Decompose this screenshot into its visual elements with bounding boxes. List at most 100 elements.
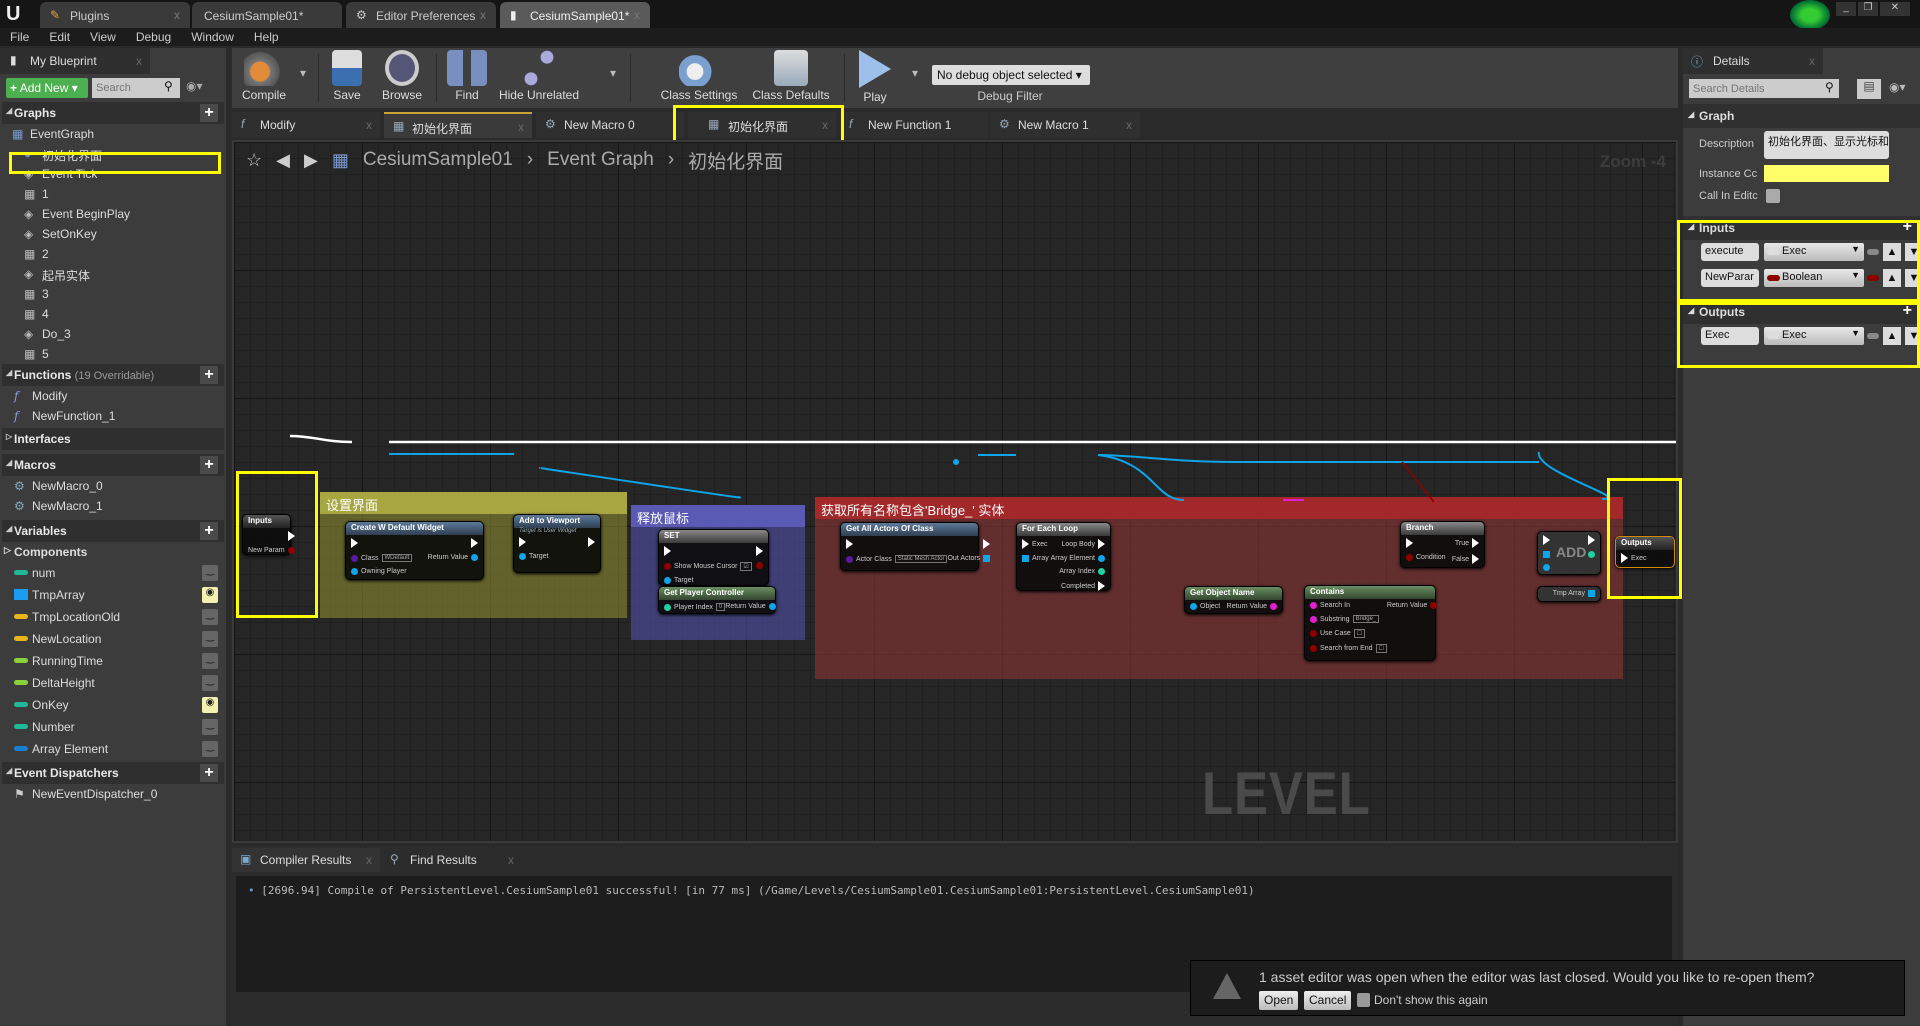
pin-exec[interactable]: Completed [1051, 581, 1105, 591]
pin-exec[interactable] [585, 537, 595, 547]
node-branch[interactable]: Branch Condition True False [1400, 521, 1485, 568]
tab-new-macro-0[interactable]: ⚙ New Macro 0 [536, 112, 684, 138]
int-pin-icon[interactable] [1588, 551, 1595, 558]
menu-help[interactable]: Help [244, 28, 289, 46]
menu-debug[interactable]: Debug [126, 28, 181, 46]
dispatcher-item[interactable]: ⚑ NewEventDispatcher_0 [0, 784, 226, 804]
pin-bool[interactable]: Show Mouse Cursor ☑ [664, 562, 752, 571]
string-pin-icon[interactable] [1270, 603, 1277, 610]
description-textbox[interactable]: 初始化界面、显示光标和 [1764, 131, 1889, 159]
close-icon[interactable]: x [1126, 118, 1132, 132]
eye-open-icon[interactable]: ◉ [202, 697, 218, 713]
debug-object-dropdown[interactable]: No debug object selected ▾ [932, 65, 1090, 85]
eye-closed-icon[interactable]: ‿ [202, 653, 218, 669]
exec-pin-icon[interactable] [664, 546, 671, 556]
function-item-newfunction1[interactable]: f NewFunction_1 [0, 406, 226, 426]
pin-class[interactable]: Actor Class Static Mesh Actor [846, 555, 948, 563]
tab-init-ui-active[interactable]: ▦ 初始化界面 x [384, 112, 532, 138]
eye-closed-icon[interactable]: ‿ [202, 719, 218, 735]
pin-exec[interactable] [519, 537, 548, 547]
open-button[interactable]: Open [1259, 991, 1299, 1010]
eye-closed-icon[interactable]: ‿ [202, 631, 218, 647]
pin-bool[interactable]: Condition [1406, 554, 1446, 561]
tab-compiler-results[interactable]: ▣ Compiler Results x [232, 848, 380, 872]
bool-pin-icon[interactable] [1310, 630, 1317, 637]
function-item-modify[interactable]: f Modify [0, 386, 226, 406]
exec-pin-icon[interactable] [351, 538, 358, 548]
pin-array[interactable] [1543, 551, 1553, 558]
eye-open-icon[interactable]: ◉ [202, 587, 218, 603]
pin-int[interactable]: Array Index [1051, 568, 1105, 575]
pin-object[interactable]: Target [664, 577, 752, 584]
pin-default-value[interactable]: ☐ [1375, 644, 1387, 653]
pin-exec[interactable]: Exec [1022, 539, 1049, 549]
pin-default-value[interactable]: Static Mesh Actor [894, 555, 948, 563]
exec-pin-icon[interactable] [519, 537, 526, 547]
pin-class[interactable]: Class WDefault [351, 554, 413, 562]
visibility-eye-icon[interactable]: ◉▾ [186, 79, 203, 93]
close-icon[interactable]: x [136, 54, 142, 68]
pin-exec[interactable] [947, 539, 991, 549]
window-tab-cesium-active[interactable]: ▮ CesiumSample01* x [500, 2, 650, 28]
node-for-each-loop[interactable]: For Each Loop Exec Array Loop Body Array Ele… [1016, 522, 1111, 591]
save-button[interactable]: Save [322, 50, 372, 102]
minimize-button[interactable]: _ [1836, 2, 1856, 16]
variable-item[interactable]: Number ‿ [0, 716, 226, 738]
pin-exec[interactable] [1585, 535, 1595, 545]
object-pin-icon[interactable] [351, 568, 358, 575]
graph-item[interactable]: ▦ 5 [0, 344, 226, 364]
source-control-icon[interactable] [1790, 0, 1830, 30]
eye-closed-icon[interactable]: ‿ [202, 609, 218, 625]
node-contains[interactable]: Contains Search In Substring Bridge_ Use Cas… [1304, 585, 1438, 661]
pin-default-value[interactable]: Bridge_ [1352, 615, 1380, 623]
macro-item-0[interactable]: ⚙ NewMacro_0 [0, 476, 226, 496]
node-create-widget[interactable]: Create W Default Widget Class WDefault Owni… [345, 521, 484, 580]
search-details-input[interactable] [1689, 79, 1839, 98]
tab-modify[interactable]: f Modify x [232, 112, 380, 138]
variable-item[interactable]: TmpArray ◉ [0, 584, 226, 606]
class-settings-button[interactable]: Class Settings [652, 50, 746, 102]
macro-item-1[interactable]: ⚙ NewMacro_1 [0, 496, 226, 516]
exec-pin-icon[interactable] [1022, 539, 1029, 549]
node-get-object-name[interactable]: Get Object Name Object Return Value [1184, 586, 1283, 614]
browse-button[interactable]: Browse [374, 50, 430, 102]
pin-array[interactable]: Array [1022, 555, 1049, 562]
menu-edit[interactable]: Edit [39, 28, 80, 46]
pin-exec[interactable]: False [1452, 554, 1479, 564]
pin-exec[interactable] [351, 538, 412, 548]
pin-object[interactable]: Owning Player [351, 568, 412, 575]
exec-pin-icon[interactable] [1472, 554, 1479, 564]
menu-window[interactable]: Window [181, 28, 244, 46]
pin-object[interactable]: Object [1190, 603, 1220, 610]
array-pin-icon[interactable] [1022, 555, 1029, 562]
exec-pin-icon[interactable] [588, 537, 595, 547]
exec-pin-icon[interactable] [1543, 535, 1550, 545]
exec-pin-icon[interactable] [1588, 535, 1595, 545]
eye-closed-icon[interactable]: ‿ [202, 675, 218, 691]
exec-pin-icon[interactable] [1098, 581, 1105, 591]
pin-int[interactable] [1585, 551, 1595, 558]
components-category[interactable]: ▷ Components [0, 542, 226, 562]
string-pin-icon[interactable] [1310, 602, 1317, 609]
pin-exec[interactable]: True [1452, 538, 1479, 548]
add-new-button[interactable]: + Add New ▾ [6, 78, 88, 98]
compile-options-chevron-icon[interactable]: ▾ [300, 66, 306, 80]
exec-pin-icon[interactable] [846, 539, 853, 549]
pin-exec[interactable]: Loop Body [1051, 539, 1105, 549]
tab-new-function-1[interactable]: f New Function 1 [840, 112, 988, 138]
exec-pin-icon[interactable] [756, 546, 763, 556]
graph-item[interactable]: ◈ Do_3 [0, 324, 226, 344]
property-matrix-icon[interactable]: ▤ [1857, 79, 1881, 99]
eye-closed-icon[interactable]: ‿ [202, 741, 218, 757]
pin-bool[interactable] [753, 562, 763, 569]
pin-exec[interactable] [1406, 538, 1446, 548]
maximize-button[interactable]: ❐ [1858, 2, 1878, 16]
bool-pin-icon[interactable] [1406, 554, 1413, 561]
window-tab-plugins[interactable]: ✎ Plugins x [40, 2, 190, 28]
bool-pin-icon[interactable] [1310, 645, 1317, 652]
section-variables[interactable]: ◢ Variables + [2, 520, 224, 542]
node-get-tmparray[interactable]: Tmp Array [1537, 586, 1601, 602]
close-icon[interactable]: x [1809, 54, 1815, 68]
graph-item[interactable]: ◈ Event BeginPlay [0, 204, 226, 224]
pin-exec[interactable] [428, 538, 478, 548]
